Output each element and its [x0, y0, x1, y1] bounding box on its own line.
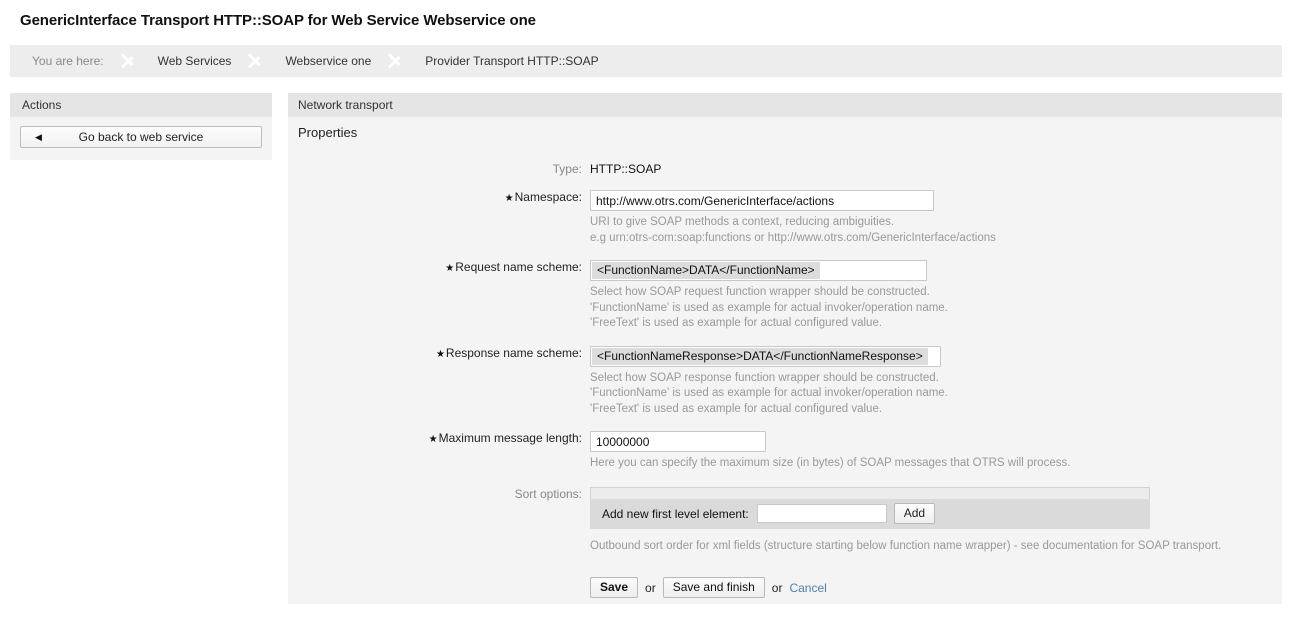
- breadcrumb-item-webservice-one[interactable]: Webservice one: [271, 45, 385, 77]
- response-name-scheme-help-line: Select how SOAP response function wrappe…: [590, 371, 939, 384]
- properties-section-title: Properties: [298, 125, 358, 140]
- maximum-message-length-input[interactable]: [590, 431, 766, 452]
- maximum-message-length-help: Here you can specify the maximum size (i…: [590, 456, 1282, 472]
- breadcrumb-prefix: You are here:: [32, 54, 104, 68]
- form-row-response-name-scheme: ★Response name scheme: <FunctionNameResp…: [288, 345, 1282, 418]
- request-name-scheme-help-line: Select how SOAP request function wrapper…: [590, 286, 930, 298]
- save-button[interactable]: Save: [590, 577, 639, 598]
- add-new-first-level-element-input[interactable]: [756, 504, 887, 523]
- cancel-link[interactable]: Cancel: [789, 581, 826, 595]
- required-star-icon: ★: [435, 348, 445, 360]
- maximum-message-length-label: ★Maximum message length:: [288, 431, 590, 445]
- response-name-scheme-label: ★Response name scheme:: [288, 346, 590, 360]
- response-name-scheme-help-line: 'FreeText' is used as example for actual…: [590, 402, 883, 415]
- breadcrumb-item-web-services[interactable]: Web Services: [144, 45, 246, 77]
- response-name-scheme-select[interactable]: <FunctionNameResponse>DATA</FunctionName…: [590, 345, 941, 367]
- form-row-sort-options: Sort options: Add new first level elemen…: [288, 486, 1282, 598]
- arrow-left-icon: ◀: [35, 132, 42, 142]
- namespace-help: URI to give SOAP methods a context, redu…: [590, 215, 1282, 246]
- sidebar-header: Actions: [10, 93, 272, 117]
- namespace-input[interactable]: [590, 190, 934, 211]
- transport-properties-form: Type: HTTP::SOAP ★Namespace: URI to give…: [288, 140, 1282, 598]
- content-panel-header: Network transport: [288, 93, 1282, 117]
- maximum-message-length-label-text: Maximum message length:: [438, 431, 582, 445]
- form-row-maximum-message-length: ★Maximum message length: Here you can sp…: [288, 431, 1282, 472]
- or-text: or: [645, 580, 656, 595]
- request-name-scheme-select[interactable]: <FunctionName>DATA</FunctionName>: [590, 260, 927, 281]
- actions-sidebar: Actions ◀ Go back to web service: [10, 93, 272, 160]
- request-name-scheme-help-line: 'FunctionName' is used as example for ac…: [590, 301, 948, 314]
- form-row-type: Type: HTTP::SOAP: [288, 162, 1282, 176]
- go-back-button-label: Go back to web service: [78, 130, 204, 144]
- page-title: GenericInterface Transport HTTP::SOAP fo…: [20, 12, 536, 29]
- maximum-message-length-help-line: Here you can specify the maximum size (i…: [590, 457, 1071, 469]
- sort-options-label: Sort options:: [514, 486, 582, 501]
- response-name-scheme-help: Select how SOAP response function wrappe…: [590, 371, 1282, 418]
- breadcrumb-separator-icon: [245, 45, 271, 77]
- form-actions: Save or Save and finish or Cancel: [590, 577, 1282, 598]
- form-row-request-name-scheme: ★Request name scheme: <FunctionName>DATA…: [288, 260, 1282, 332]
- type-value: HTTP::SOAP: [590, 162, 662, 176]
- breadcrumb-separator-icon: [118, 45, 144, 77]
- request-name-scheme-help-line: 'FreeText' is used as example for actual…: [590, 317, 883, 329]
- breadcrumb: You are here: Web Services Webservice on…: [10, 45, 1282, 77]
- sort-options-list-area: [590, 486, 1150, 499]
- sort-options-help: Outbound sort order for xml fields (stru…: [590, 539, 1282, 555]
- required-star-icon: ★: [445, 263, 455, 274]
- request-name-scheme-selected-option: <FunctionName>DATA</FunctionName>: [592, 262, 820, 279]
- sort-options-help-line: Outbound sort order for xml fields (stru…: [590, 539, 1222, 552]
- namespace-label-text: Namespace:: [514, 190, 582, 204]
- breadcrumb-item-provider-transport[interactable]: Provider Transport HTTP::SOAP: [411, 45, 612, 77]
- sort-options-panel: Add new first level element: Add: [590, 486, 1150, 529]
- type-label: Type:: [552, 162, 582, 176]
- form-row-namespace: ★Namespace: URI to give SOAP methods a c…: [288, 190, 1282, 246]
- save-and-finish-button[interactable]: Save and finish: [662, 577, 765, 598]
- namespace-help-line: URI to give SOAP methods a context, redu…: [590, 216, 895, 228]
- namespace-help-line: e.g urn:otrs-com:soap:functions or http:…: [590, 231, 996, 244]
- request-name-scheme-help: Select how SOAP request function wrapper…: [590, 285, 1282, 332]
- add-button[interactable]: Add: [893, 503, 936, 524]
- required-star-icon: ★: [504, 193, 514, 204]
- request-name-scheme-label-text: Request name scheme:: [455, 260, 582, 274]
- request-name-scheme-label: ★Request name scheme:: [288, 260, 590, 274]
- breadcrumb-separator-icon: [385, 45, 411, 77]
- response-name-scheme-selected-option: <FunctionNameResponse>DATA</FunctionName…: [592, 347, 928, 365]
- go-back-to-web-service-button[interactable]: ◀ Go back to web service: [20, 126, 262, 148]
- required-star-icon: ★: [428, 434, 438, 445]
- network-transport-panel: Network transport Properties Type: HTTP:…: [288, 93, 1282, 604]
- response-name-scheme-help-line: 'FunctionName' is used as example for ac…: [590, 387, 948, 399]
- add-new-first-level-element-label: Add new first level element:: [602, 506, 749, 521]
- sidebar-body: ◀ Go back to web service: [10, 117, 272, 160]
- or-text: or: [771, 580, 783, 595]
- namespace-label: ★Namespace:: [288, 190, 590, 204]
- sort-options-add-row: Add new first level element: Add: [590, 498, 1150, 529]
- response-name-scheme-label-text: Response name scheme:: [445, 345, 582, 360]
